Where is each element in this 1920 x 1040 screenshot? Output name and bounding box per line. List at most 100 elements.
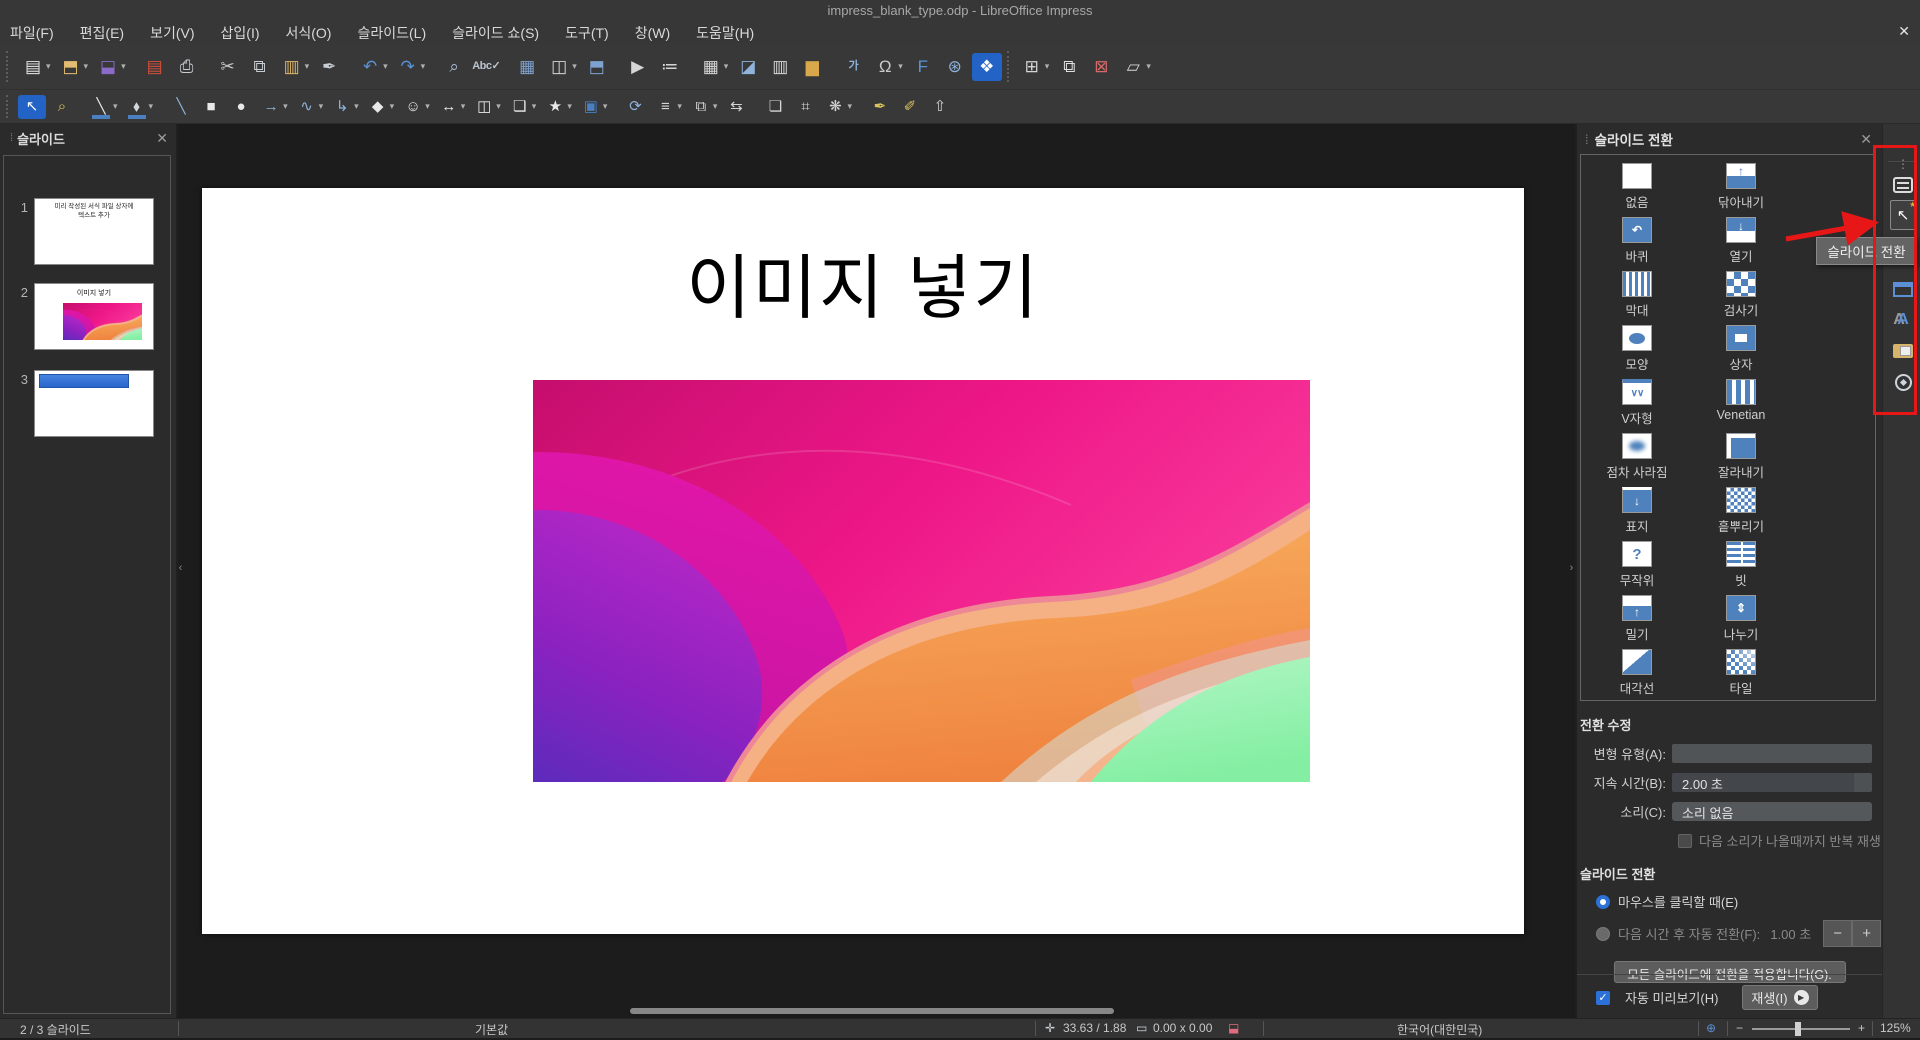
transition-option-dissolve[interactable]: 흩뿌리기 xyxy=(1689,487,1793,541)
panel-grip-icon[interactable]: ⁞ xyxy=(10,132,13,144)
spelling-button[interactable]: Abc✓ xyxy=(471,53,501,81)
variant-dropdown[interactable] xyxy=(1672,744,1872,763)
callout-shapes-button[interactable]: ❏ ▾ xyxy=(506,95,540,119)
dropdown-arrow-icon[interactable]: ▾ xyxy=(121,61,126,72)
show-gluepoints-button[interactable]: ✐ xyxy=(896,95,924,119)
shapes-button[interactable]: ❖ xyxy=(971,52,1002,81)
stars-and-banners-button[interactable]: ★ ▾ xyxy=(541,95,575,119)
dropdown-arrow-icon[interactable]: ▾ xyxy=(724,61,729,72)
display-views-button[interactable]: ◫ ▾ xyxy=(544,53,580,81)
menu-h[interactable]: 도움말(H) xyxy=(696,23,754,43)
line-color-button[interactable]: ╲ ▾ xyxy=(87,95,121,119)
connector-button[interactable]: ↳ ▾ xyxy=(328,95,362,119)
dropdown-arrow-icon[interactable]: ▾ xyxy=(305,61,310,72)
toolbar-grip[interactable] xyxy=(6,94,13,119)
play-button[interactable]: 재생(I) ▶ xyxy=(1742,985,1818,1010)
transition-option-tiles[interactable]: 타일 xyxy=(1689,649,1793,703)
fill-color-button[interactable]: ⬧ ▾ xyxy=(123,95,157,119)
insert-image-button[interactable]: ◪ xyxy=(733,53,763,81)
fit-slide-icon[interactable]: ⊕ xyxy=(1706,1021,1716,1035)
edit-canvas[interactable]: ‹ 이미지 넣기 › xyxy=(178,124,1575,1018)
transition-option-bars[interactable]: 막대 xyxy=(1585,271,1689,325)
auto-preview-checkbox[interactable]: ✓ xyxy=(1596,990,1610,1005)
dropdown-arrow-icon[interactable]: ▾ xyxy=(603,101,608,112)
print-button[interactable]: ⎙ xyxy=(172,53,202,81)
dropdown-arrow-icon[interactable]: ▾ xyxy=(898,61,903,72)
transition-option-venetian[interactable]: Venetian xyxy=(1689,379,1793,433)
menu-l[interactable]: 슬라이드(L) xyxy=(357,23,426,43)
loop-sound-checkbox[interactable] xyxy=(1678,833,1692,848)
copy-button[interactable]: ⧉ xyxy=(245,53,275,81)
dropdown-arrow-icon[interactable]: ▾ xyxy=(84,61,89,72)
dropdown-arrow-icon[interactable]: ▾ xyxy=(572,61,577,72)
menu-t[interactable]: 도구(T) xyxy=(565,23,609,43)
ellipse-button[interactable]: ● xyxy=(227,95,255,119)
image-filter-button[interactable]: ❋ ▾ xyxy=(821,95,855,119)
transition-option-random[interactable]: ? 무작위 xyxy=(1585,541,1689,595)
dropdown-arrow-icon[interactable]: ▾ xyxy=(390,101,395,112)
dropdown-arrow-icon[interactable]: ▾ xyxy=(149,101,154,112)
slide-thumbnail-3[interactable] xyxy=(34,370,154,437)
display-grid-button[interactable]: ▦ xyxy=(512,53,542,81)
language-status[interactable]: 한국어(대한민국) xyxy=(1397,1021,1482,1038)
panel-grip-icon[interactable]: ⁞ xyxy=(1585,132,1589,147)
sound-dropdown[interactable]: 소리 없음 xyxy=(1672,802,1872,821)
clone-formatting-button[interactable]: ✒ xyxy=(314,53,344,81)
hyperlink-button[interactable]: ⊛ xyxy=(940,53,970,81)
redo-button[interactable]: ↷ ▾ xyxy=(393,53,429,81)
distribute-button[interactable]: ⇆ xyxy=(722,95,750,119)
zoom-in-button[interactable]: + xyxy=(1858,1021,1865,1035)
auto-after-radio[interactable] xyxy=(1596,926,1610,941)
transition-option-shape[interactable]: 모양 xyxy=(1585,325,1689,379)
horizontal-scrollbar[interactable] xyxy=(630,1008,1114,1014)
paste-button[interactable]: ▥ ▾ xyxy=(277,53,313,81)
transition-option-split[interactable]: ⇕ 나누기 xyxy=(1689,595,1793,649)
export-pdf-button[interactable]: ▤ xyxy=(140,53,170,81)
transition-option-none[interactable]: 없음 xyxy=(1585,163,1689,217)
fontwork-button[interactable]: F xyxy=(908,53,938,81)
close-panel-icon[interactable]: ✕ xyxy=(1860,131,1872,148)
shadow-button[interactable]: ❏ xyxy=(761,95,789,119)
zoom-level-status[interactable]: 125% xyxy=(1880,1021,1911,1035)
increase-time-button[interactable]: + xyxy=(1852,920,1882,947)
dropdown-arrow-icon[interactable]: ▾ xyxy=(1146,61,1151,72)
basic-shapes-button[interactable]: ◆ ▾ xyxy=(364,95,398,119)
delete-slide-button[interactable]: ⊠ xyxy=(1086,53,1116,81)
rectangle-button[interactable]: ■ xyxy=(197,95,225,119)
slide-style-status[interactable]: 기본값 xyxy=(475,1021,508,1038)
dropdown-arrow-icon[interactable]: ▾ xyxy=(383,61,388,72)
3d-objects-button[interactable]: ▣ ▾ xyxy=(577,95,611,119)
close-panel-icon[interactable]: ✕ xyxy=(156,130,168,147)
collapse-left-panel-handle[interactable]: ‹ xyxy=(176,524,185,612)
on-mouse-click-radio[interactable] xyxy=(1596,894,1610,909)
dropdown-arrow-icon[interactable]: ▾ xyxy=(847,101,852,112)
lines-and-arrows-button[interactable]: → ▾ xyxy=(257,95,291,119)
slide-image[interactable] xyxy=(533,380,1310,782)
transition-option-box[interactable]: 상자 xyxy=(1689,325,1793,379)
transition-option-cut[interactable]: 잘라내기 xyxy=(1689,433,1793,487)
transition-option-checkers[interactable]: 검사기 xyxy=(1689,271,1793,325)
transition-option-wheel[interactable]: ↶ 바퀴 xyxy=(1585,217,1689,271)
decrease-time-button[interactable]: − xyxy=(1823,920,1853,947)
special-character-button[interactable]: Ω ▾ xyxy=(870,53,906,81)
maximize-button[interactable] xyxy=(1874,4,1889,19)
dropdown-arrow-icon[interactable]: ▾ xyxy=(461,101,466,112)
zoom-pan-button[interactable]: ⌕ xyxy=(48,95,76,119)
close-window-icon[interactable]: ✕ xyxy=(1898,23,1910,40)
presentation-settings-button[interactable]: ≔ xyxy=(655,53,685,81)
dropdown-arrow-icon[interactable]: ▾ xyxy=(421,61,426,72)
menu-f[interactable]: 파일(F) xyxy=(10,23,54,43)
edit-points-button[interactable]: ✒ xyxy=(866,95,894,119)
slide-properties-button[interactable]: ▱ ▾ xyxy=(1118,53,1154,81)
dropdown-arrow-icon[interactable]: ▾ xyxy=(713,101,718,112)
dropdown-arrow-icon[interactable]: ▾ xyxy=(567,101,572,112)
menu-w[interactable]: 창(W) xyxy=(635,23,670,43)
menu-s[interactable]: 슬라이드 쇼(S) xyxy=(452,23,539,43)
menu-e[interactable]: 편집(E) xyxy=(80,23,124,43)
block-arrows-button[interactable]: ↔ ▾ xyxy=(435,95,469,119)
insert-text-box-button[interactable]: 가 xyxy=(838,53,868,81)
menu-i[interactable]: 삽입(I) xyxy=(221,23,260,43)
duplicate-slide-button[interactable]: ⧉ xyxy=(1054,53,1084,81)
toolbar-grip[interactable] xyxy=(6,50,13,83)
align-objects-button[interactable]: ≡ ▾ xyxy=(651,95,685,119)
